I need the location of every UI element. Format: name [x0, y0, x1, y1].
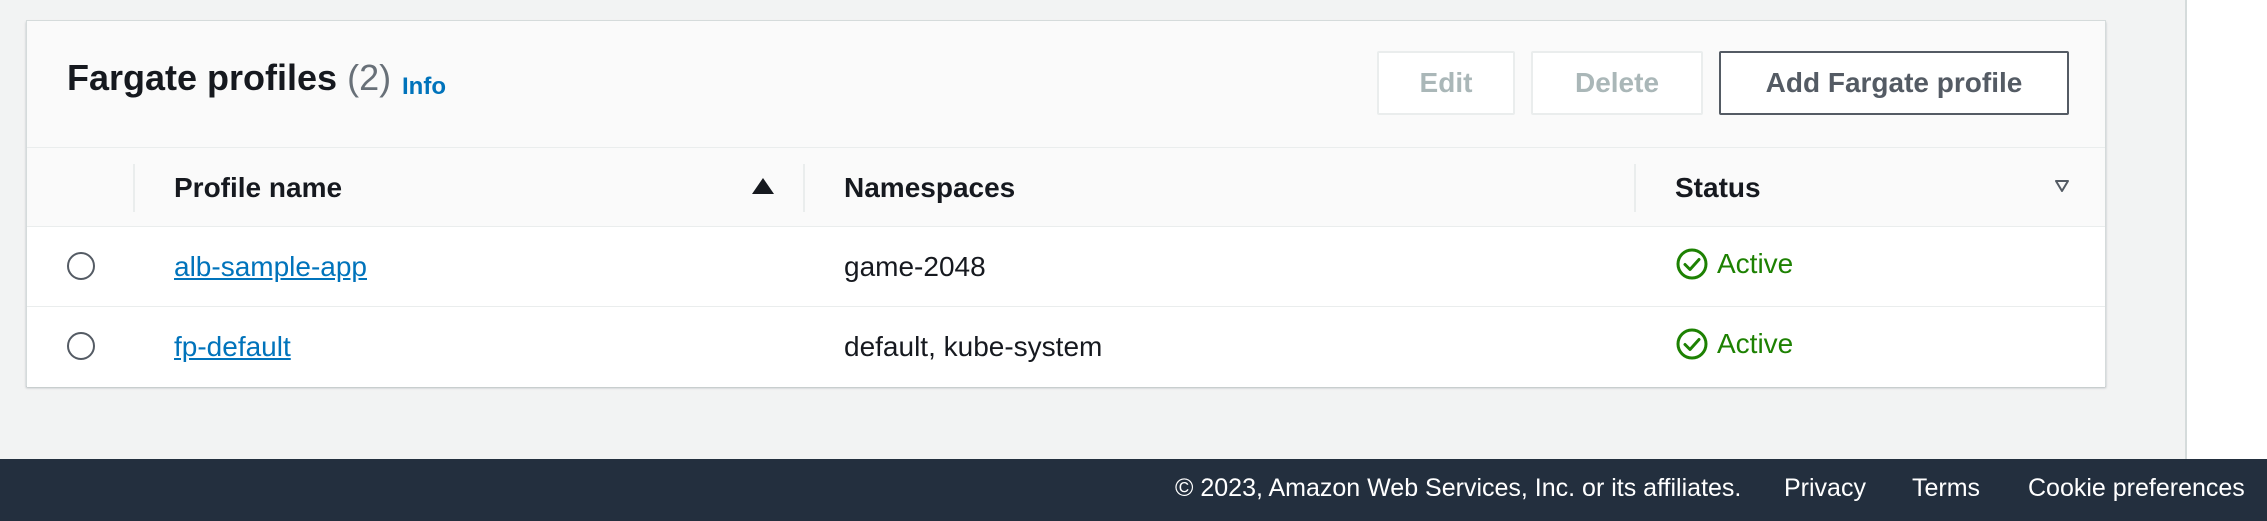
table-row[interactable]: alb-sample-app game-2048 Active: [27, 227, 2105, 307]
panel-title-text: Fargate profiles: [67, 57, 338, 98]
column-separator: [803, 164, 805, 212]
column-separator: [1634, 164, 1636, 212]
check-circle-icon: [1676, 328, 1708, 360]
delete-button[interactable]: Delete: [1531, 51, 1703, 115]
row-select-radio[interactable]: [67, 332, 95, 360]
table-header: Profile name Namespaces Status: [27, 148, 2105, 227]
namespaces-cell: default, kube-system: [844, 331, 1103, 362]
caret-down-outline-icon[interactable]: [2055, 180, 2069, 192]
column-header-namespaces[interactable]: Namespaces: [844, 172, 1015, 204]
status-text: Active: [1717, 248, 1794, 279]
row-select-radio[interactable]: [67, 252, 95, 280]
check-circle-icon: [1676, 248, 1708, 280]
right-side-panel: [2185, 0, 2267, 459]
panel-header: Fargate profiles (2) Info Edit Delete Ad…: [27, 21, 2105, 148]
footer-copyright: © 2023, Amazon Web Services, Inc. or its…: [1175, 474, 1742, 502]
profile-name-link[interactable]: alb-sample-app: [174, 251, 367, 283]
fargate-profiles-panel: Fargate profiles (2) Info Edit Delete Ad…: [26, 20, 2106, 387]
column-separator: [133, 164, 135, 212]
table-row[interactable]: fp-default default, kube-system Active: [27, 307, 2105, 387]
info-link[interactable]: Info: [402, 73, 446, 101]
status-cell: Active: [1675, 327, 1793, 361]
profile-name-link[interactable]: fp-default: [174, 331, 291, 363]
panel-count: (2): [347, 57, 392, 98]
sort-ascending-icon[interactable]: [752, 178, 774, 194]
panel-title: Fargate profiles (2): [67, 57, 391, 99]
footer-privacy-link[interactable]: Privacy: [1784, 474, 1866, 503]
footer-terms-link[interactable]: Terms: [1912, 474, 1980, 503]
namespaces-cell: game-2048: [844, 251, 986, 282]
edit-button[interactable]: Edit: [1377, 51, 1515, 115]
status-text: Active: [1717, 328, 1794, 359]
add-fargate-profile-button[interactable]: Add Fargate profile: [1719, 51, 2069, 115]
status-cell: Active: [1675, 247, 1793, 281]
column-header-status[interactable]: Status: [1675, 172, 1761, 204]
page-footer: © 2023, Amazon Web Services, Inc. or its…: [0, 459, 2267, 521]
column-header-profile-name[interactable]: Profile name: [174, 172, 342, 204]
footer-cookie-preferences-link[interactable]: Cookie preferences: [2028, 474, 2245, 503]
